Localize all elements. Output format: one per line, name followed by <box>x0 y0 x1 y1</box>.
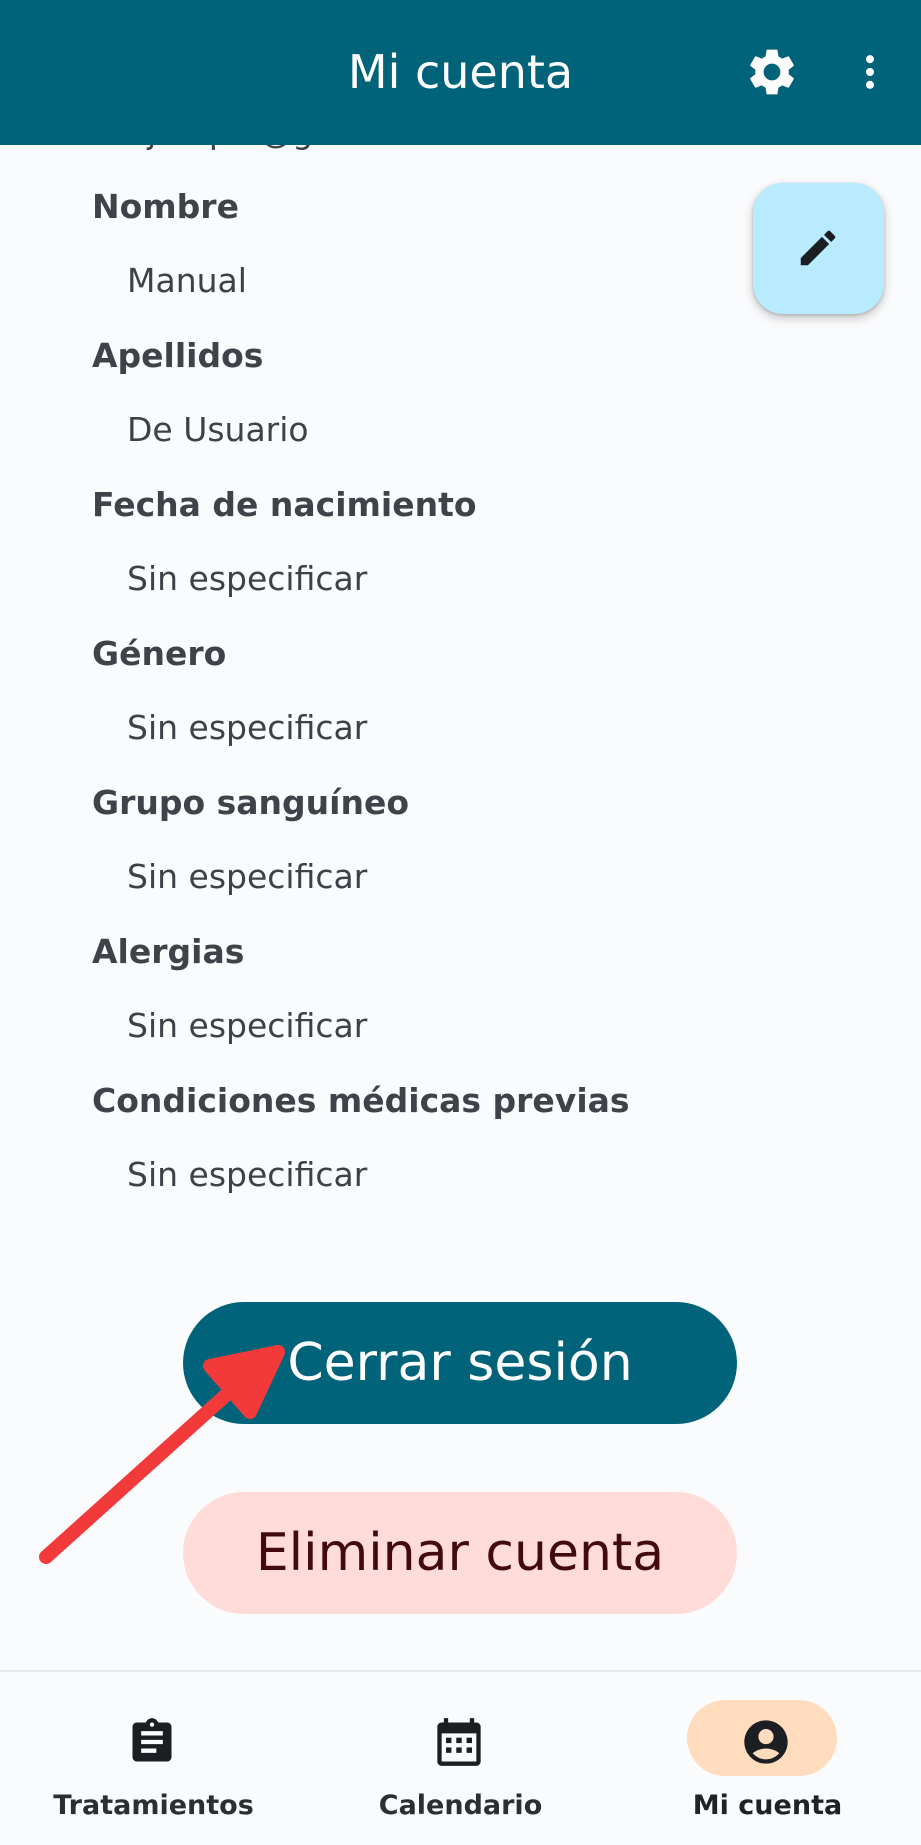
app-bar: Mi cuenta <box>0 0 921 145</box>
field-label: Apellidos <box>92 336 264 375</box>
field-value: Sin especificar <box>127 708 368 747</box>
delete-account-button[interactable]: Eliminar cuenta <box>183 1492 737 1614</box>
logout-button[interactable]: Cerrar sesión <box>183 1302 737 1424</box>
edit-profile-button[interactable] <box>753 183 884 314</box>
field-label: Alergias <box>92 932 245 971</box>
field-label: Género <box>92 634 227 673</box>
field-value: Sin especificar <box>127 857 368 896</box>
nav-label: Tratamientos <box>53 1790 254 1821</box>
nav-label: Mi cuenta <box>692 1790 843 1821</box>
field-label: Condiciones médicas previas <box>92 1081 630 1120</box>
bottom-navigation: Tratamientos Calendario Mi cuenta <box>0 1670 921 1845</box>
more-vertical-icon <box>865 55 875 89</box>
edit-pencil-icon <box>800 230 836 266</box>
field-value: Sin especificar <box>127 1155 368 1194</box>
nav-item-mi-cuenta[interactable]: Mi cuenta <box>614 1672 921 1845</box>
field-value: Sin especificar <box>127 559 368 598</box>
nav-item-tratamientos[interactable]: Tratamientos <box>0 1672 307 1845</box>
field-label: Grupo sanguíneo <box>92 783 410 822</box>
field-value: De Usuario <box>127 410 309 449</box>
gear-icon <box>750 49 794 95</box>
field-label: Nombre <box>92 187 239 226</box>
field-value: Sin especificar <box>127 1006 368 1045</box>
settings-button[interactable] <box>744 44 800 100</box>
nav-item-calendario[interactable]: Calendario <box>307 1672 614 1845</box>
more-options-button[interactable] <box>848 44 892 100</box>
field-value: Manual <box>127 261 247 300</box>
clipboard-icon <box>132 1718 172 1762</box>
account-circle-icon <box>744 1720 788 1764</box>
nav-label: Calendario <box>378 1790 543 1821</box>
field-label: Fecha de nacimiento <box>92 485 477 524</box>
calendar-icon <box>437 1718 481 1766</box>
profile-content: ejemplo@gmail.com Nombre Manual Apellido… <box>0 0 921 1670</box>
